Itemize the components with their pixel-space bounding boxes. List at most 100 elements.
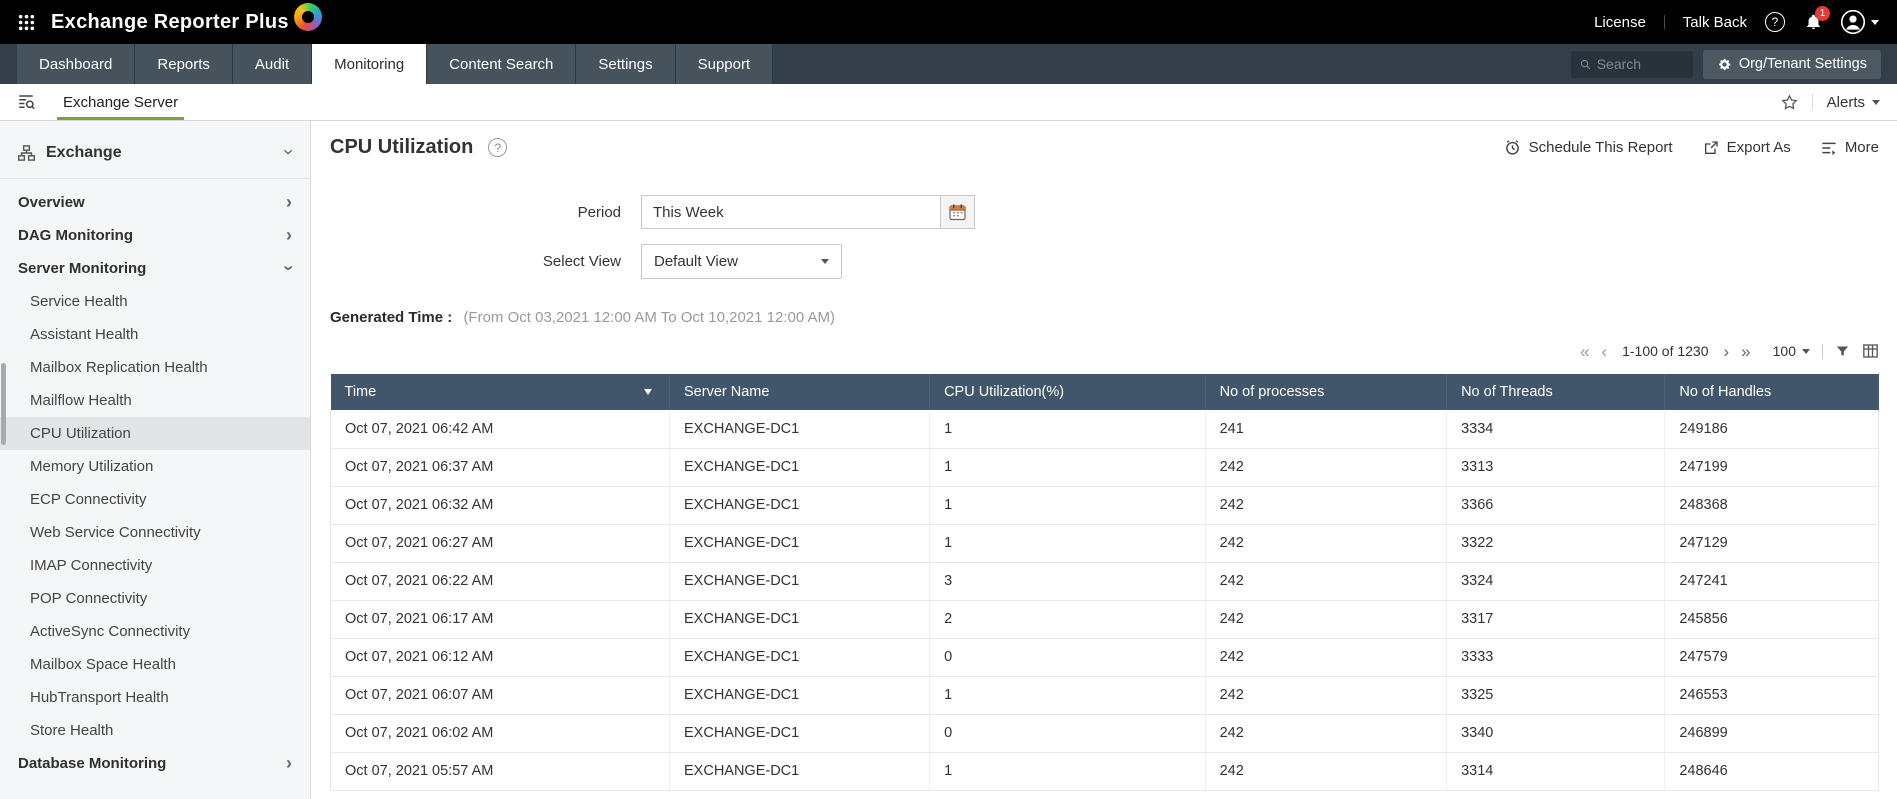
sidebar-item[interactable]: Service Health [0, 285, 310, 318]
global-search[interactable] [1570, 50, 1693, 78]
last-page-button[interactable] [1741, 343, 1750, 360]
sidebar-item[interactable]: Memory Utilization [0, 450, 310, 483]
sidebar-tree: Overview DAG Monitoring Server Monitorin… [0, 179, 310, 780]
calendar-button[interactable] [941, 195, 975, 229]
chevron-down-icon [1871, 19, 1879, 25]
alerts-dropdown[interactable]: Alerts [1827, 94, 1880, 111]
column-chooser-icon[interactable] [1862, 343, 1879, 359]
sidebar-item[interactable]: DAG Monitoring [0, 219, 310, 252]
nav-tab[interactable]: Reports [135, 44, 233, 84]
notifications-button[interactable]: 1 [1805, 6, 1830, 31]
export-icon [1703, 140, 1719, 156]
filter-icon[interactable] [1835, 344, 1850, 359]
column-header-label: No of Threads [1461, 384, 1553, 400]
page-title: CPU Utilization [330, 136, 474, 158]
nav-tab[interactable]: Content Search [427, 44, 577, 84]
sidebar-item[interactable]: CPU Utilization [0, 417, 310, 450]
export-as-button[interactable]: Export As [1703, 139, 1791, 156]
page-size-dropdown[interactable]: 100 [1773, 343, 1810, 359]
table-row[interactable]: Oct 07, 2021 06:27 AM EXCHANGE-DC1 1 242… [330, 524, 1879, 563]
sidebar-item[interactable]: Mailflow Health [0, 384, 310, 417]
sitemap-icon [18, 145, 35, 161]
table-row[interactable]: Oct 07, 2021 05:57 AM EXCHANGE-DC1 1 242… [330, 752, 1879, 791]
sidebar-item[interactable]: Mailbox Space Health [0, 648, 310, 681]
cell-time: Oct 07, 2021 06:07 AM [330, 676, 670, 715]
calendar-icon [949, 204, 966, 221]
sidebar-item-label: DAG Monitoring [18, 227, 133, 244]
sidebar-item[interactable]: IMAP Connectivity [0, 549, 310, 582]
sidebar-item[interactable]: Overview [0, 186, 310, 219]
nav-tab[interactable]: Monitoring [312, 44, 428, 84]
column-header[interactable]: No of Threads [1446, 374, 1666, 410]
org-tenant-settings-button[interactable]: Org/Tenant Settings [1702, 49, 1881, 79]
report-search-icon[interactable] [17, 93, 35, 111]
cell-cpu-utilization: 3 [929, 562, 1206, 601]
column-header[interactable]: No of processes [1205, 374, 1448, 410]
sidebar-item[interactable]: Store Health [0, 714, 310, 747]
tab-exchange-server[interactable]: Exchange Server [56, 84, 185, 120]
cell-server-name: EXCHANGE-DC1 [669, 600, 931, 639]
sidebar-item[interactable]: Assistant Health [0, 318, 310, 351]
account-menu[interactable] [1840, 9, 1879, 35]
report-table: Time Server Name CPU Utilization(%) No o… [330, 374, 1879, 791]
license-link[interactable]: License [1594, 14, 1646, 31]
sidebar-item[interactable]: Server Monitoring [0, 252, 310, 285]
sidebar-item[interactable]: HubTransport Health [0, 681, 310, 714]
cell-time: Oct 07, 2021 06:27 AM [330, 524, 670, 563]
cell-server-name: EXCHANGE-DC1 [669, 752, 931, 791]
table-row[interactable]: Oct 07, 2021 06:17 AM EXCHANGE-DC1 2 242… [330, 600, 1879, 639]
sidebar-root-exchange[interactable]: Exchange [0, 121, 310, 179]
table-row[interactable]: Oct 07, 2021 06:32 AM EXCHANGE-DC1 1 242… [330, 486, 1879, 525]
sidebar-item-label: Mailflow Health [30, 392, 132, 409]
cell-processes: 242 [1205, 486, 1448, 525]
sidebar-item[interactable]: ECP Connectivity [0, 483, 310, 516]
schedule-report-button[interactable]: Schedule This Report [1504, 139, 1673, 156]
table-row[interactable]: Oct 07, 2021 06:12 AM EXCHANGE-DC1 0 242… [330, 638, 1879, 677]
table-row[interactable]: Oct 07, 2021 06:37 AM EXCHANGE-DC1 1 242… [330, 448, 1879, 487]
cell-handles: 247579 [1664, 638, 1879, 677]
notification-badge: 1 [1815, 6, 1830, 21]
talkback-link[interactable]: Talk Back [1683, 14, 1747, 31]
first-page-button[interactable] [1580, 343, 1589, 360]
cell-cpu-utilization: 1 [929, 676, 1206, 715]
top-bar: Exchange Reporter Plus License Talk Back… [0, 0, 1897, 44]
nav-tab[interactable]: Audit [232, 44, 313, 84]
sidebar-item[interactable]: Mailbox Replication Health [0, 351, 310, 384]
sidebar-item[interactable]: ActiveSync Connectivity [0, 615, 310, 648]
table-row[interactable]: Oct 07, 2021 06:07 AM EXCHANGE-DC1 1 242… [330, 676, 1879, 715]
view-select[interactable]: Default View [641, 244, 842, 279]
cell-server-name: EXCHANGE-DC1 [669, 676, 931, 715]
more-button[interactable]: More [1821, 139, 1879, 156]
prev-page-button[interactable] [1601, 343, 1607, 360]
logo-swirl-icon [293, 3, 322, 31]
nav-tab[interactable]: Support [675, 44, 774, 84]
favorite-star-icon[interactable] [1781, 93, 1798, 111]
cell-handles: 246553 [1664, 676, 1879, 715]
next-page-button[interactable] [1724, 343, 1730, 360]
help-icon[interactable]: ? [1765, 12, 1785, 32]
sidebar-item[interactable]: Web Service Connectivity [0, 516, 310, 549]
cell-threads: 3313 [1446, 448, 1666, 487]
search-input[interactable] [1596, 56, 1684, 72]
nav-tab[interactable]: Settings [576, 44, 676, 84]
more-icon [1821, 141, 1837, 155]
table-row[interactable]: Oct 07, 2021 06:22 AM EXCHANGE-DC1 3 242… [330, 562, 1879, 601]
column-header[interactable]: Time [330, 374, 670, 410]
sidebar-item[interactable]: POP Connectivity [0, 582, 310, 615]
period-input[interactable] [641, 195, 941, 229]
column-header[interactable]: Server Name [669, 374, 931, 410]
table-row[interactable]: Oct 07, 2021 06:42 AM EXCHANGE-DC1 1 241… [330, 410, 1879, 449]
more-label: More [1844, 139, 1879, 156]
column-header[interactable]: No of Handles [1664, 374, 1879, 410]
nav-tab[interactable]: Dashboard [17, 44, 136, 84]
schedule-report-label: Schedule This Report [1528, 139, 1673, 156]
table-row[interactable]: Oct 07, 2021 06:02 AM EXCHANGE-DC1 0 242… [330, 714, 1879, 753]
sidebar-item-label: Store Health [30, 722, 114, 739]
sidebar-scrollbar[interactable] [1, 363, 6, 445]
apps-grid-icon[interactable] [18, 14, 35, 31]
sidebar-item-label: Database Monitoring [18, 755, 167, 772]
sort-desc-icon[interactable] [644, 389, 652, 395]
report-help-icon[interactable]: ? [488, 138, 508, 157]
sidebar-item[interactable]: Database Monitoring [0, 747, 310, 780]
column-header[interactable]: CPU Utilization(%) [929, 374, 1206, 410]
